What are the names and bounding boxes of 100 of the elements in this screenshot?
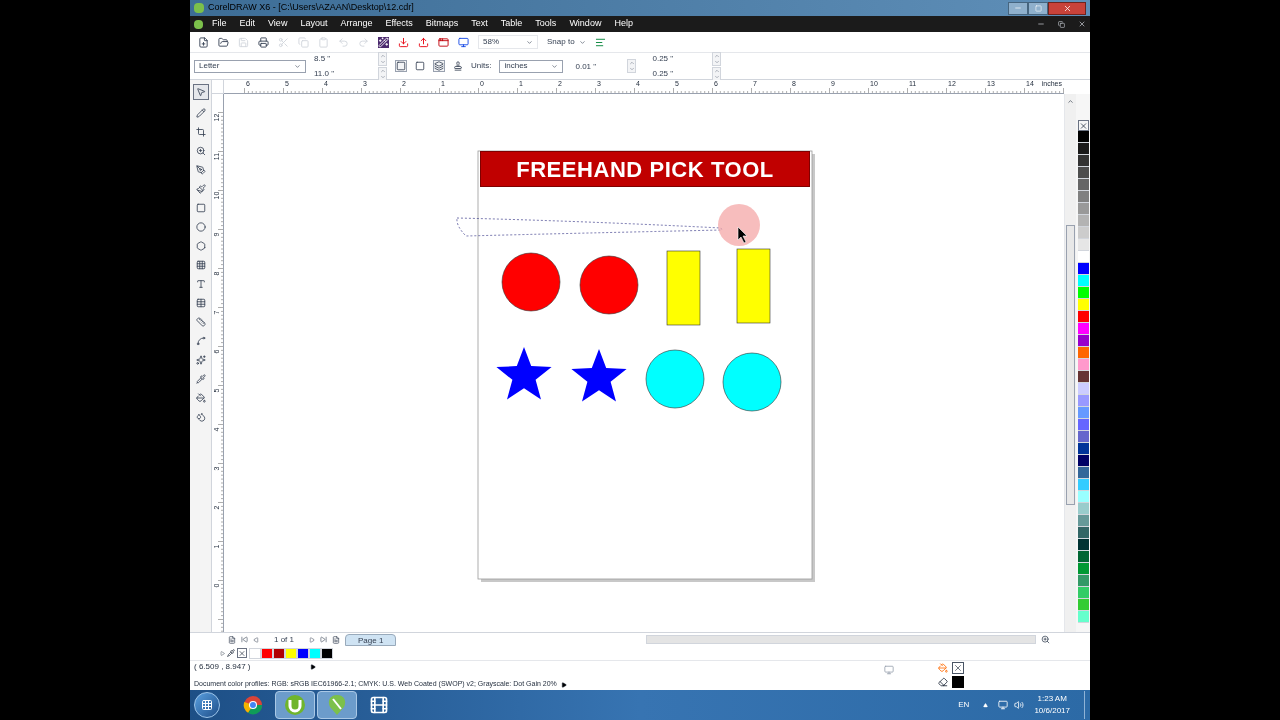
- all-pages-icon[interactable]: [433, 60, 445, 72]
- color-swatch[interactable]: [1077, 515, 1089, 527]
- tool-button[interactable]: [192, 84, 209, 100]
- palette-arrow-icon[interactable]: [220, 650, 225, 656]
- color-swatch[interactable]: [1077, 251, 1089, 263]
- zoom-dropdown[interactable]: 58%: [478, 35, 538, 49]
- page-width-field[interactable]: 8.5 ": [314, 53, 374, 64]
- clock-time[interactable]: 1:23 AM: [1037, 693, 1067, 705]
- color-swatch[interactable]: [1077, 215, 1089, 227]
- color-swatch[interactable]: [1077, 539, 1089, 551]
- portrait-icon[interactable]: [395, 60, 407, 72]
- doc-close-icon[interactable]: [1078, 20, 1086, 28]
- color-swatch[interactable]: [1077, 527, 1089, 539]
- color-swatch[interactable]: [1077, 311, 1089, 323]
- color-swatch[interactable]: [1077, 383, 1089, 395]
- next-page-icon[interactable]: [309, 636, 315, 643]
- color-swatch[interactable]: [1077, 563, 1089, 575]
- clipboard-icon[interactable]: [318, 36, 329, 48]
- new-file-icon[interactable]: [198, 36, 209, 48]
- no-color-swatch[interactable]: [237, 648, 247, 658]
- color-swatch[interactable]: [1077, 479, 1089, 491]
- color-swatch[interactable]: [273, 647, 285, 659]
- scroll-up-icon[interactable]: [1067, 98, 1074, 105]
- minimize-button[interactable]: [1008, 1, 1028, 15]
- color-swatch[interactable]: [1077, 323, 1089, 335]
- color-swatch[interactable]: [1077, 239, 1089, 251]
- close-button[interactable]: [1048, 1, 1086, 15]
- page-tab[interactable]: Page 1: [345, 633, 397, 646]
- taskbar-app[interactable]: [275, 691, 315, 719]
- eyedropper-icon[interactable]: [227, 649, 235, 657]
- duplicate-x-field[interactable]: 0.25 ": [652, 53, 709, 64]
- color-swatch[interactable]: [1077, 551, 1089, 563]
- maximize-button[interactable]: [1028, 1, 1048, 15]
- last-page-icon[interactable]: [320, 636, 327, 643]
- previous-page-icon[interactable]: [253, 636, 259, 643]
- color-swatch[interactable]: [1077, 191, 1089, 203]
- color-swatch[interactable]: [1077, 587, 1089, 599]
- expand-arrow-icon[interactable]: [310, 664, 317, 671]
- color-swatch[interactable]: [1077, 443, 1089, 455]
- color-swatch[interactable]: [1077, 359, 1089, 371]
- folder-icon[interactable]: [218, 36, 229, 48]
- volume-icon[interactable]: [1014, 700, 1025, 710]
- color-swatch[interactable]: [1077, 287, 1089, 299]
- page-height-field[interactable]: 11.0 ": [314, 68, 374, 79]
- menu-item[interactable]: View: [268, 17, 288, 31]
- snap-dropdown[interactable]: Snap to: [547, 36, 586, 48]
- color-swatch[interactable]: [1077, 419, 1089, 431]
- paper-size-dropdown[interactable]: Letter: [194, 59, 306, 73]
- window-icon[interactable]: [438, 36, 449, 48]
- menu-item[interactable]: Text: [471, 17, 488, 31]
- menu-item[interactable]: Table: [500, 17, 523, 31]
- menu-item[interactable]: Effects: [385, 17, 413, 31]
- color-swatch[interactable]: [1077, 455, 1089, 467]
- options-icon[interactable]: [594, 36, 606, 48]
- color-swatch[interactable]: [1077, 431, 1089, 443]
- clock-date[interactable]: 10/6/2017: [1034, 705, 1070, 717]
- zoom-icon[interactable]: [1041, 635, 1051, 644]
- color-swatch[interactable]: [1077, 179, 1089, 191]
- add-page-icon[interactable]: [332, 635, 340, 644]
- menu-item[interactable]: Arrange: [340, 17, 373, 31]
- color-swatch[interactable]: [1077, 335, 1089, 347]
- menu-item[interactable]: Edit: [239, 17, 256, 31]
- start-button[interactable]: [194, 692, 220, 718]
- color-swatch[interactable]: [1077, 407, 1089, 419]
- color-swatch[interactable]: [261, 647, 273, 659]
- color-swatch[interactable]: [1077, 203, 1089, 215]
- color-swatch[interactable]: [1077, 347, 1089, 359]
- no-color-swatch[interactable]: [1077, 120, 1089, 131]
- menu-item[interactable]: Help: [614, 17, 633, 31]
- wand-icon[interactable]: [378, 36, 389, 48]
- color-swatch[interactable]: [1077, 371, 1089, 383]
- color-swatch[interactable]: [1077, 299, 1089, 311]
- nudge-field[interactable]: 0.01 ": [571, 59, 620, 73]
- vertical-scrollbar[interactable]: [1064, 94, 1076, 632]
- menu-item[interactable]: Tools: [535, 17, 557, 31]
- app-menu-icon[interactable]: [194, 19, 203, 29]
- monitor-icon[interactable]: [458, 36, 469, 48]
- export-icon[interactable]: [418, 36, 429, 48]
- color-swatch[interactable]: [1077, 491, 1089, 503]
- add-page-icon[interactable]: [228, 635, 236, 644]
- color-swatch[interactable]: [1077, 155, 1089, 167]
- expand-arrow-icon[interactable]: [560, 681, 567, 688]
- color-swatch[interactable]: [321, 647, 333, 659]
- menu-item[interactable]: Bitmaps: [425, 17, 459, 31]
- units-dropdown[interactable]: inches: [499, 59, 564, 73]
- color-swatch[interactable]: [297, 647, 309, 659]
- color-swatch[interactable]: [1077, 143, 1089, 155]
- color-swatch[interactable]: [1077, 131, 1089, 143]
- color-swatch[interactable]: [249, 647, 261, 659]
- color-swatch[interactable]: [1077, 395, 1089, 407]
- color-swatch[interactable]: [1077, 275, 1089, 287]
- menu-item[interactable]: File: [212, 17, 227, 31]
- duplicate-y-field[interactable]: 0.25 ": [652, 68, 709, 79]
- color-swatch[interactable]: [285, 647, 297, 659]
- color-swatch[interactable]: [1077, 611, 1089, 623]
- import-icon[interactable]: [398, 36, 409, 48]
- color-swatch[interactable]: [1077, 503, 1089, 515]
- tray-arrow-icon[interactable]: [983, 702, 989, 708]
- color-swatch[interactable]: [1077, 263, 1089, 275]
- scroll-thumb[interactable]: [1066, 225, 1075, 505]
